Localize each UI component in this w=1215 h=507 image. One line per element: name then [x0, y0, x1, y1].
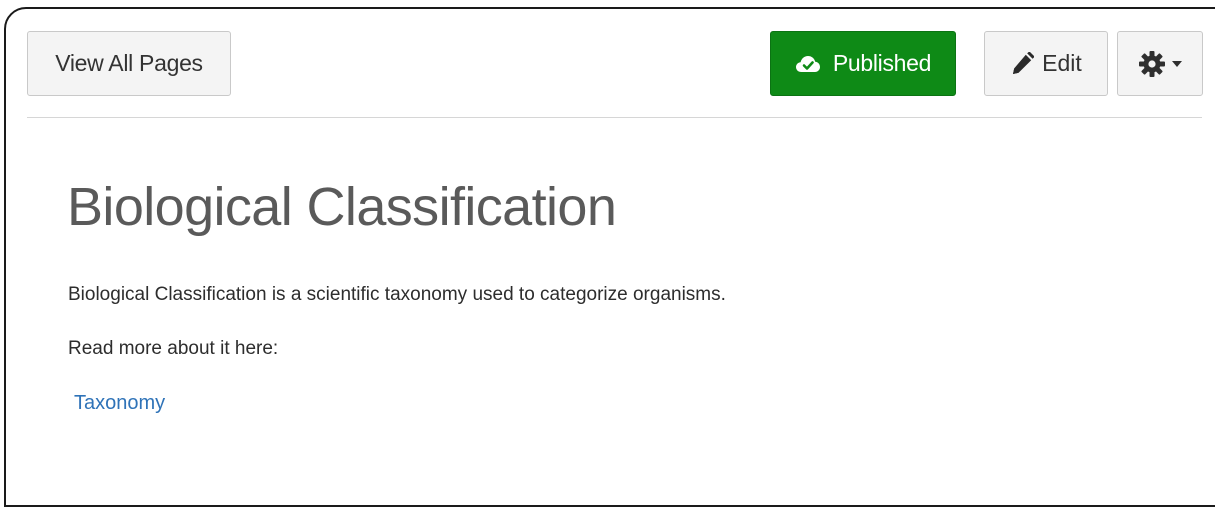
settings-menu-button[interactable] [1117, 31, 1203, 96]
page-paragraph: Read more about it here: [68, 338, 279, 359]
view-all-pages-button[interactable]: View All Pages [27, 31, 231, 96]
gear-icon [1138, 50, 1166, 78]
caret-down-icon [1172, 60, 1182, 67]
published-label: Published [832, 50, 932, 76]
view-all-pages-label: View All Pages [55, 50, 203, 76]
cloud-check-icon [795, 54, 821, 74]
edit-label: Edit [1042, 50, 1082, 76]
toolbar-divider [27, 117, 1202, 118]
page-title: Biological Classification [67, 177, 617, 237]
page-paragraph: Biological Classification is a scientifi… [68, 284, 726, 305]
published-button[interactable]: Published [770, 31, 956, 96]
taxonomy-link[interactable]: Taxonomy [74, 392, 165, 415]
pencil-icon [1010, 51, 1035, 76]
edit-button[interactable]: Edit [984, 31, 1108, 96]
